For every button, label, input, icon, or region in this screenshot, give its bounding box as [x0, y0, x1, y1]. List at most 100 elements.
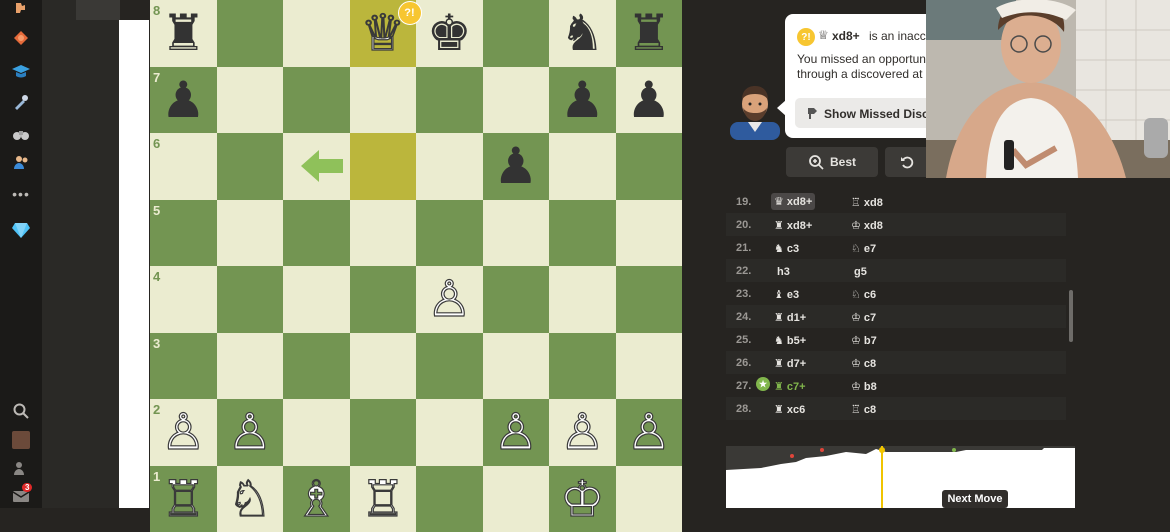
white-rook-d1[interactable]: ♖ — [350, 466, 417, 532]
black-move[interactable]: g5 — [851, 265, 867, 278]
square-g3[interactable] — [549, 333, 616, 400]
search-icon[interactable] — [11, 401, 31, 421]
black-move[interactable]: ♔c8 — [851, 357, 876, 370]
puzzle-icon[interactable] — [11, 0, 31, 20]
target-icon[interactable] — [11, 28, 31, 48]
square-d5[interactable] — [350, 200, 417, 267]
square-b6[interactable] — [217, 133, 284, 200]
square-d6[interactable] — [350, 133, 417, 200]
white-pawn-f2[interactable]: ♙ — [483, 399, 550, 466]
square-h1[interactable] — [616, 466, 683, 532]
square-e7[interactable] — [416, 67, 483, 134]
white-move[interactable]: ♜c7+ — [774, 380, 806, 393]
people-icon[interactable] — [11, 458, 31, 478]
black-move[interactable]: ♔b8 — [851, 380, 877, 393]
black-move[interactable]: ♖xd8 — [851, 196, 883, 209]
square-c4[interactable] — [283, 266, 350, 333]
friends-icon[interactable] — [11, 152, 31, 172]
black-rook-h8[interactable]: ♜ — [616, 0, 683, 67]
diamond-icon[interactable] — [11, 220, 31, 240]
square-d4[interactable] — [350, 266, 417, 333]
white-pawn-b2[interactable]: ♙ — [217, 399, 284, 466]
white-knight-b1[interactable]: ♘ — [217, 466, 284, 532]
white-rook-a1[interactable]: ♖ — [150, 466, 217, 532]
black-move[interactable]: ♔b7 — [851, 334, 877, 347]
square-d3[interactable] — [350, 333, 417, 400]
white-move[interactable]: ♛xd8+ — [771, 193, 815, 210]
black-rook-a8[interactable]: ♜ — [150, 0, 217, 67]
black-move[interactable]: ♔c7 — [851, 311, 876, 324]
square-b8[interactable] — [217, 0, 284, 67]
square-c2[interactable] — [283, 399, 350, 466]
square-b7[interactable] — [217, 67, 284, 134]
black-knight-g8[interactable]: ♞ — [549, 0, 616, 67]
white-pawn-g2[interactable]: ♙ — [549, 399, 616, 466]
white-move[interactable]: ♝e3 — [774, 288, 799, 301]
square-b5[interactable] — [217, 200, 284, 267]
white-move[interactable]: ♜d1+ — [774, 311, 806, 324]
white-move[interactable]: h3 — [774, 265, 790, 278]
black-king-e8[interactable]: ♚ — [416, 0, 483, 67]
white-move[interactable]: ♜xc6 — [774, 403, 805, 416]
square-f4[interactable] — [483, 266, 550, 333]
square-c7[interactable] — [283, 67, 350, 134]
square-c8[interactable] — [283, 0, 350, 67]
white-move[interactable]: ♜d7+ — [774, 357, 806, 370]
square-e2[interactable] — [416, 399, 483, 466]
square-g5[interactable] — [549, 200, 616, 267]
black-pawn-h7[interactable]: ♟ — [616, 67, 683, 134]
white-pawn-h2[interactable]: ♙ — [616, 399, 683, 466]
square-a4[interactable]: 4 — [150, 266, 217, 333]
eval-graph[interactable]: Next Move — [726, 446, 1075, 508]
square-e6[interactable] — [416, 133, 483, 200]
square-f3[interactable] — [483, 333, 550, 400]
square-f7[interactable] — [483, 67, 550, 134]
square-h6[interactable] — [616, 133, 683, 200]
white-pawn-a2[interactable]: ♙ — [150, 399, 217, 466]
white-king-g1[interactable]: ♔ — [549, 466, 616, 532]
square-g6[interactable] — [549, 133, 616, 200]
white-bishop-c1[interactable]: ♗ — [283, 466, 350, 532]
black-pawn-a7[interactable]: ♟ — [150, 67, 217, 134]
black-move[interactable]: ♔xd8 — [851, 219, 883, 232]
retry-button[interactable] — [885, 147, 930, 177]
square-f8[interactable] — [483, 0, 550, 67]
square-c5[interactable] — [283, 200, 350, 267]
black-move[interactable]: ♘e7 — [851, 242, 876, 255]
square-d7[interactable] — [350, 67, 417, 134]
square-e3[interactable] — [416, 333, 483, 400]
black-pawn-f6[interactable]: ♟ — [483, 133, 550, 200]
square-b3[interactable] — [217, 333, 284, 400]
square-f1[interactable] — [483, 466, 550, 532]
square-h3[interactable] — [616, 333, 683, 400]
square-c3[interactable] — [283, 333, 350, 400]
white-move[interactable]: ♞c3 — [774, 242, 799, 255]
square-d2[interactable] — [350, 399, 417, 466]
tools-icon[interactable] — [11, 92, 31, 112]
square-b4[interactable] — [217, 266, 284, 333]
black-move[interactable]: ♘c6 — [851, 288, 876, 301]
mail-icon[interactable]: 3 — [11, 486, 31, 506]
square-h4[interactable] — [616, 266, 683, 333]
white-move[interactable]: ♜xd8+ — [774, 219, 812, 232]
square-e1[interactable] — [416, 466, 483, 532]
best-move-button[interactable]: Best — [786, 147, 878, 177]
move-list-scrollbar[interactable] — [1069, 290, 1073, 342]
black-move[interactable]: ♖c8 — [851, 403, 876, 416]
square-g4[interactable] — [549, 266, 616, 333]
square-a5[interactable]: 5 — [150, 200, 217, 267]
binoculars-icon[interactable] — [11, 124, 31, 144]
black-pawn-g7[interactable]: ♟ — [549, 67, 616, 134]
chess-board[interactable]: 87654321♜♕♚♞♜♟♟♟♟♙♙♙♙♙♙♖♘♗♖♔?! — [150, 0, 682, 508]
white-move[interactable]: ♞b5+ — [774, 334, 806, 347]
learn-cap-icon[interactable] — [11, 62, 31, 82]
square-f5[interactable] — [483, 200, 550, 267]
white-pawn-e4[interactable]: ♙ — [416, 266, 483, 333]
square-h5[interactable] — [616, 200, 683, 267]
square-e5[interactable] — [416, 200, 483, 267]
square-a6[interactable]: 6 — [150, 133, 217, 200]
more-icon[interactable]: ••• — [11, 184, 31, 204]
square-a3[interactable]: 3 — [150, 333, 217, 400]
avatar-thumb-icon[interactable] — [11, 430, 31, 450]
move-list: 19.♛xd8+♖xd820.♜xd8+♔xd821.♞c3♘e722.h3g5… — [726, 190, 1071, 430]
